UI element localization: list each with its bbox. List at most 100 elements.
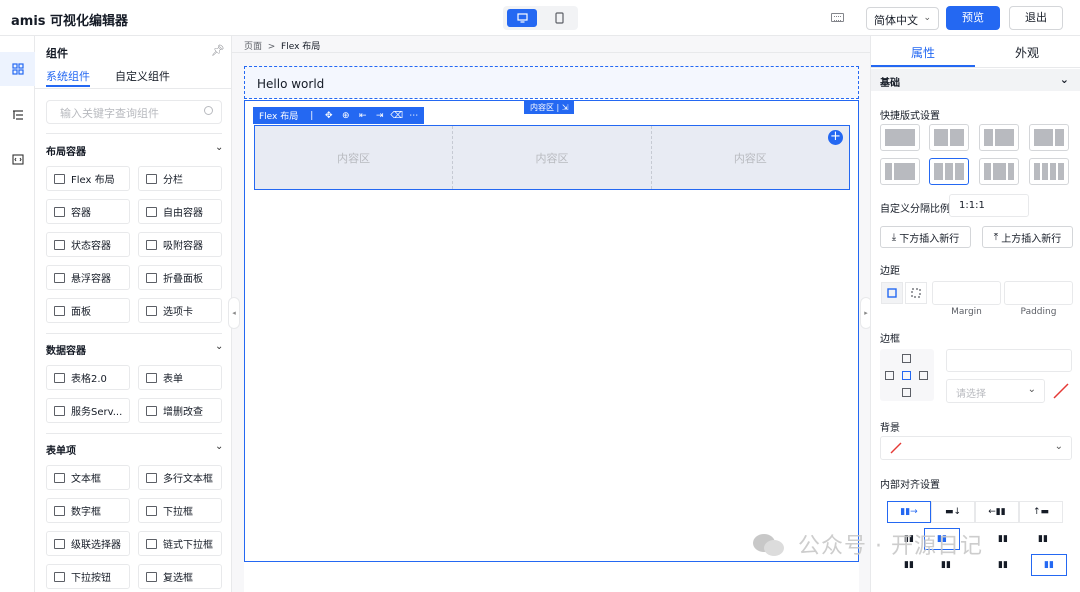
layout-preset-3[interactable] (979, 124, 1019, 151)
align-option[interactable]: ▮▮ (981, 554, 1025, 576)
breadcrumb-page[interactable]: 页面 (244, 42, 262, 52)
tab-properties[interactable]: 属性 (871, 44, 975, 61)
component-item[interactable]: 下拉框 (138, 498, 222, 523)
border-width-input[interactable] (946, 349, 1072, 372)
section-basic[interactable]: 基础 ⌄ (871, 69, 1080, 91)
background-color-select[interactable]: ⌄ (880, 436, 1072, 460)
hello-world-text[interactable]: Hello world (244, 66, 859, 99)
code-nav-button[interactable] (0, 142, 35, 176)
property-panel: 属性 外观 基础 ⌄ 快捷版式设置 自定义分隔比例 1:1:1 ⤓ 下方插入新行 … (870, 36, 1080, 592)
border-bottom-option[interactable] (902, 388, 911, 397)
flex-layout-component[interactable]: 内容区 | ⇲ Flex 布局 | ✥ ⊕ ⇤ ⇥ ⌫ ⋯ 内容区 内容区 内容… (244, 100, 859, 562)
component-item[interactable]: 折叠面板 (138, 265, 222, 290)
border-left-option[interactable] (885, 371, 894, 380)
margin-input[interactable] (932, 281, 1001, 305)
custom-ratio-input[interactable]: 1:1:1 (949, 194, 1029, 217)
layout-preset-4[interactable] (1029, 124, 1069, 151)
direction-row-reverse-button[interactable]: ←▮▮ (975, 501, 1019, 523)
component-item[interactable]: 链式下拉框 (138, 531, 222, 556)
components-nav-button[interactable] (0, 52, 35, 86)
tab-custom-components[interactable]: 自定义组件 (115, 68, 170, 84)
insert-row-above-button[interactable]: ⤒ 上方插入新行 (982, 226, 1073, 248)
language-label: 简体中文 (874, 14, 918, 27)
component-item[interactable]: 级联选择器 (46, 531, 130, 556)
component-item[interactable]: 服务Serv... (46, 398, 130, 423)
content-cell[interactable]: 内容区 (651, 126, 849, 189)
tab-appearance[interactable]: 外观 (975, 44, 1079, 61)
component-item[interactable]: 悬浮容器 (46, 265, 130, 290)
component-item[interactable]: 自由容器 (138, 199, 222, 224)
padding-mode-button[interactable] (905, 282, 927, 304)
align-option[interactable]: ▮▮ (981, 528, 1025, 550)
mobile-view-button[interactable] (544, 9, 574, 27)
component-search-input[interactable]: 输入关键字查询组件 (46, 100, 222, 124)
exit-button[interactable]: 退出 (1009, 6, 1063, 30)
border-style-select[interactable]: 请选择 ⌄ (946, 379, 1045, 403)
pin-icon[interactable]: 📌︎ (211, 44, 225, 57)
layout-preset-8[interactable] (1029, 158, 1069, 185)
breadcrumb-current[interactable]: Flex 布局 (281, 42, 320, 52)
component-item[interactable]: 状态容器 (46, 232, 130, 257)
divider (46, 333, 222, 334)
component-item[interactable]: 数字框 (46, 498, 130, 523)
component-item[interactable]: 多行文本框 (138, 465, 222, 490)
cascader-icon (54, 539, 65, 549)
content-cell[interactable]: 内容区 (255, 126, 454, 189)
border-top-option[interactable] (902, 354, 911, 363)
insert-after-icon[interactable]: ⇥ (371, 111, 388, 121)
layout-preset-5[interactable] (880, 158, 920, 185)
component-item[interactable]: 容器 (46, 199, 130, 224)
delete-icon[interactable]: ⌫ (388, 111, 405, 121)
component-item[interactable]: 吸附容器 (138, 232, 222, 257)
component-item[interactable]: 文本框 (46, 465, 130, 490)
search-icon (204, 106, 213, 115)
component-item[interactable]: 表单 (138, 365, 222, 390)
component-item[interactable]: 面板 (46, 298, 130, 323)
component-item[interactable]: 下拉按钮 (46, 564, 130, 589)
content-region-tag[interactable]: 内容区 | ⇲ (524, 101, 575, 114)
border-right-option[interactable] (919, 371, 928, 380)
flex-row[interactable]: 内容区 内容区 内容区 (254, 125, 850, 190)
move-icon[interactable]: ✥ (320, 111, 337, 121)
layout-preset-6[interactable] (929, 158, 969, 185)
component-item[interactable]: Flex 布局 (46, 166, 130, 191)
chevron-down-icon[interactable]: ⌄ (215, 142, 223, 153)
collapse-left-panel-button[interactable]: ◂ (228, 297, 240, 329)
content-cell[interactable]: 内容区 (453, 126, 652, 189)
component-item[interactable]: 增删改查 (138, 398, 222, 423)
flex-toolbar-label[interactable]: Flex 布局 (259, 109, 298, 122)
component-label: 链式下拉框 (163, 540, 213, 551)
direction-column-reverse-button[interactable]: ↑▬ (1019, 501, 1063, 523)
grid-icon (11, 63, 24, 75)
border-color-picker[interactable] (1049, 379, 1073, 403)
insert-before-icon[interactable]: ⇤ (354, 111, 371, 121)
preview-button[interactable]: 预览 (946, 6, 1000, 30)
desktop-view-button[interactable] (507, 9, 537, 27)
component-item[interactable]: 分栏 (138, 166, 222, 191)
insert-row-below-button[interactable]: ⤓ 下方插入新行 (880, 226, 971, 248)
direction-row-button[interactable]: ▮▮→ (887, 501, 931, 523)
chevron-down-icon[interactable]: ⌄ (215, 341, 223, 352)
chevron-down-icon[interactable]: ⌄ (215, 441, 223, 452)
align-option[interactable]: ▮▮ (1021, 528, 1065, 550)
component-panel: 组件 📌︎ 系统组件 自定义组件 输入关键字查询组件 布局容器 ⌄ Flex 布… (35, 36, 232, 592)
layout-preset-2[interactable] (929, 124, 969, 151)
outline-nav-button[interactable] (0, 98, 35, 132)
keyboard-icon[interactable] (831, 13, 844, 22)
margin-mode-button[interactable] (881, 282, 903, 304)
component-item[interactable]: 复选框 (138, 564, 222, 589)
tab-system-components[interactable]: 系统组件 (46, 68, 90, 87)
drag-icon[interactable]: ⇲ (562, 103, 569, 112)
layout-preset-1[interactable] (880, 124, 920, 151)
language-select[interactable]: 简体中文 ⌄ (866, 7, 939, 30)
add-column-button[interactable]: + (828, 130, 843, 145)
align-option[interactable]: ▮▮ (1031, 554, 1067, 576)
layout-preset-7[interactable] (979, 158, 1019, 185)
insert-icon[interactable]: ⊕ (337, 111, 354, 121)
padding-input[interactable] (1004, 281, 1073, 305)
border-all-option[interactable] (902, 371, 911, 380)
component-item[interactable]: 表格2.0 (46, 365, 130, 390)
more-icon[interactable]: ⋯ (405, 111, 422, 121)
component-item[interactable]: 选项卡 (138, 298, 222, 323)
direction-column-button[interactable]: ▬↓ (931, 501, 975, 523)
